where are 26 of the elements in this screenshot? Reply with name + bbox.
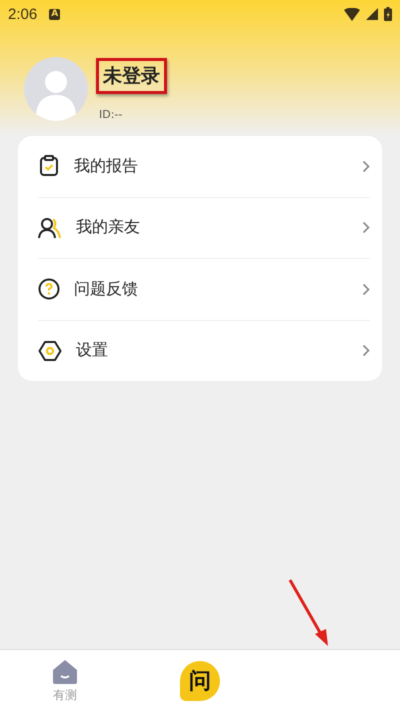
user-id: ID:-- — [98, 108, 124, 121]
chevron-icon — [362, 221, 370, 234]
settings-icon — [38, 340, 62, 362]
chevron-icon — [362, 344, 370, 358]
avatar-icon[interactable] — [24, 56, 88, 120]
signal-icon — [366, 8, 378, 20]
chevron-icon — [362, 160, 370, 173]
menu-item[interactable]: 问题反馈 — [38, 259, 370, 320]
menu-label: 我的亲友 — [76, 217, 141, 238]
clipboard-icon — [38, 155, 60, 178]
home-icon — [52, 658, 78, 684]
people-icon — [38, 216, 62, 239]
chevron-icon — [362, 282, 370, 296]
login-status[interactable]: 未登录 — [96, 58, 167, 94]
menu-item[interactable]: 设置 — [38, 320, 370, 381]
battery-icon — [384, 7, 392, 21]
menu-label: 我的报告 — [74, 156, 139, 177]
notification-icon: A — [49, 8, 60, 20]
question-icon — [38, 278, 60, 300]
ask-button[interactable]: 问 — [180, 661, 220, 701]
status-time: 2:06 — [8, 6, 38, 22]
menu-item[interactable]: 我的亲友 — [38, 198, 370, 259]
menu-label: 设置 — [76, 340, 109, 362]
wifi-icon — [344, 8, 360, 20]
menu-item[interactable]: 我的报告 — [38, 136, 370, 198]
menu-label: 问题反馈 — [74, 278, 139, 300]
